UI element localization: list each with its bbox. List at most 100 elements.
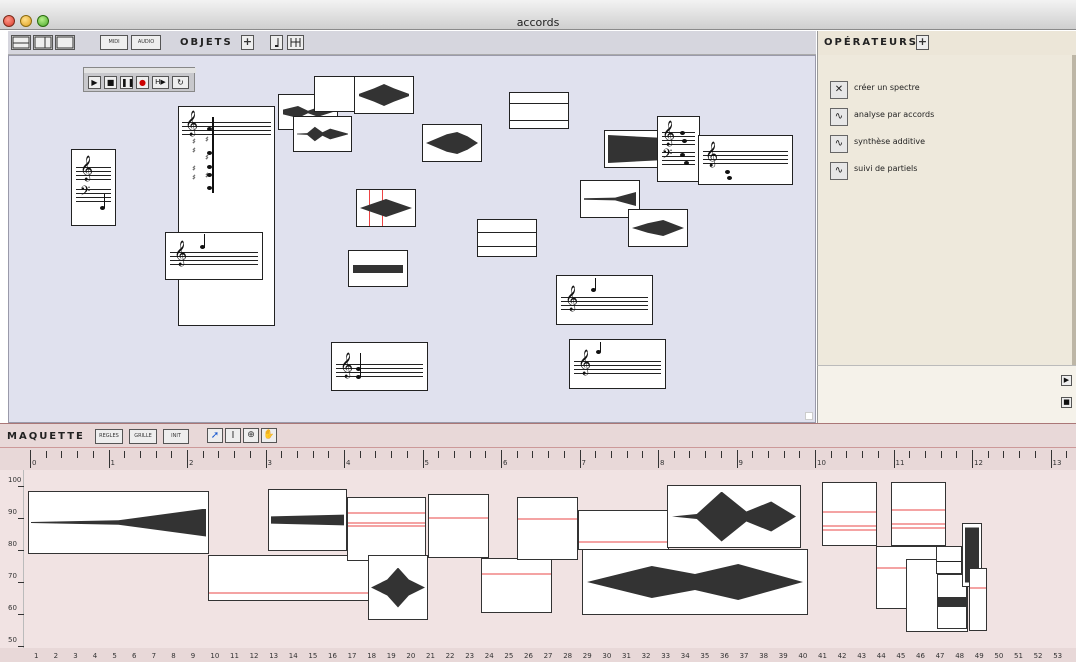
sound-object[interactable] [628, 209, 688, 247]
midi-button[interactable]: MIDI [100, 35, 128, 50]
bottom-ruler-label: 44 [876, 652, 886, 660]
bottom-ruler-label: 49 [974, 652, 984, 660]
chord-object[interactable]: 𝄞 [331, 342, 428, 391]
stop-icon[interactable]: ■ [104, 76, 117, 89]
arrow-tool-icon[interactable]: ➚ [207, 428, 223, 443]
sound-box[interactable] [368, 555, 428, 620]
ruler-label: 3 [267, 459, 272, 467]
zoom-tool-icon[interactable]: ⊕ [243, 428, 259, 443]
maquette-toolbar: MAQUETTE REGLES GRILLE INIT ➚ I ⊕ ✋ [0, 423, 1076, 448]
sound-object[interactable] [293, 116, 352, 152]
ruler-tick [924, 451, 926, 458]
ruler-label: 2 [189, 459, 194, 467]
play-icon[interactable]: ▶ [1061, 375, 1072, 386]
bottom-ruler-label: 36 [720, 652, 729, 660]
spectrum-icon: ✕ [830, 81, 848, 99]
bass-clef-icon: 𝄢 [80, 183, 91, 202]
chord-object[interactable]: 𝄞 [165, 232, 263, 280]
record-icon[interactable]: ● [136, 76, 149, 89]
sound-box[interactable] [667, 485, 801, 548]
chord-box[interactable] [891, 482, 946, 546]
chord-analysis-icon: ∿ [830, 108, 848, 126]
ruler-tick [344, 450, 345, 468]
bpf-object[interactable] [477, 219, 537, 257]
stop-icon[interactable]: ■ [1061, 397, 1072, 408]
ruler-tick [469, 451, 471, 458]
bpf-box[interactable] [578, 510, 669, 550]
sound-object[interactable] [422, 124, 482, 162]
bottom-ruler-label: 27 [543, 652, 553, 660]
treble-clef-icon: 𝄞 [705, 142, 719, 167]
chord-object[interactable]: 𝄞 𝄢 [71, 149, 116, 226]
bpf-object[interactable] [509, 92, 569, 129]
ruler-tick [579, 450, 581, 468]
sound-box[interactable] [582, 549, 808, 615]
ruler-tick [1019, 451, 1021, 458]
ruler-tick [563, 451, 565, 458]
palette-drag-bar[interactable] [84, 68, 196, 73]
maquette-workspace[interactable]: 100 90 80 70 60 50 [0, 470, 1076, 648]
objects-toolbar: MIDI AUDIO OBJETS + [8, 31, 816, 55]
pause-icon[interactable]: ❚❚ [120, 76, 134, 89]
pitch-tick [18, 518, 24, 519]
sound-object[interactable] [348, 250, 408, 287]
play-icon[interactable]: ▶ [88, 76, 101, 89]
layout-single-button[interactable] [55, 35, 75, 50]
ruler-label: 7 [581, 459, 586, 467]
operators-panel: ✕ créer un spectre ∿ analyse par accords ∿… [817, 55, 1076, 365]
time-ruler[interactable]: 0 1 2 3 4 5 6 7 8 9 10 11 12 13 [0, 448, 1076, 470]
bpf-box[interactable] [481, 558, 552, 613]
ruler-tick [296, 451, 298, 458]
chord-object[interactable]: 𝄞 𝄢 [657, 116, 700, 182]
ruler-tick [689, 451, 691, 458]
add-operator-button[interactable]: + [916, 35, 929, 50]
sound-object[interactable] [354, 76, 414, 114]
chord-object[interactable]: 𝄞 [569, 339, 666, 389]
chord-box[interactable] [822, 482, 877, 546]
ruler-label: 8 [660, 459, 665, 467]
hand-tool-icon[interactable]: ✋ [261, 428, 277, 443]
add-object-button[interactable]: + [241, 35, 254, 50]
ruler-tick [1034, 451, 1036, 458]
text-cursor-tool-icon[interactable]: I [225, 428, 241, 443]
chord-box[interactable] [969, 568, 987, 631]
sequence-icon[interactable] [287, 35, 304, 50]
score-icon[interactable] [270, 35, 283, 50]
ruler-label: 1 [110, 459, 115, 467]
sound-box[interactable] [28, 491, 209, 554]
sound-box[interactable] [268, 489, 347, 551]
treble-clef-icon: 𝄞 [565, 286, 579, 311]
ruler-tick [92, 451, 94, 458]
chord-box[interactable] [428, 494, 489, 558]
chord-box[interactable] [347, 497, 426, 561]
chord-object[interactable]: 𝄞 [698, 135, 793, 185]
loop-icon[interactable]: ↻ [172, 76, 189, 89]
ruler-tick [783, 451, 785, 458]
treble-clef-icon: 𝄞 [340, 353, 354, 378]
bpf-box[interactable] [936, 546, 962, 574]
layout-vsplit-button[interactable] [33, 35, 53, 50]
chord-box[interactable] [517, 497, 578, 560]
sound-object[interactable] [314, 76, 356, 112]
grille-button[interactable]: GRILLE [129, 429, 157, 444]
ruler-tick [752, 451, 754, 458]
resize-handle[interactable] [805, 412, 813, 420]
sound-object[interactable] [604, 130, 664, 168]
chord-seq-object[interactable]: 𝄞 ♯ ♯ ♯ ♯ ♯ ♯ ♯ [178, 106, 275, 326]
audio-button[interactable]: AUDIO [131, 35, 161, 50]
ruler-label: 4 [346, 459, 351, 467]
pitch-tick [18, 582, 24, 583]
objects-workspace[interactable]: ▶ ■ ❚❚ ● H▶ ↻ 𝄞 𝄢 𝄞 ♯ ♯ ♯ ♯ ♯ ♯ ♯ 𝄞 𝄞 𝄢 … [8, 55, 816, 423]
ruler-tick [234, 451, 236, 458]
bpf-box[interactable] [208, 555, 371, 601]
bottom-ruler-label: 31 [622, 652, 631, 660]
init-button[interactable]: INIT [163, 429, 189, 444]
bottom-ruler-label: 33 [661, 652, 671, 660]
step-forward-icon[interactable]: H▶ [152, 76, 169, 89]
chord-object[interactable]: 𝄞 [556, 275, 653, 325]
sound-object[interactable] [356, 189, 416, 227]
layout-split-button[interactable] [11, 35, 31, 50]
ruler-tick [1003, 451, 1005, 458]
regles-button[interactable]: REGLES [95, 429, 123, 444]
ruler-tick [61, 451, 63, 458]
